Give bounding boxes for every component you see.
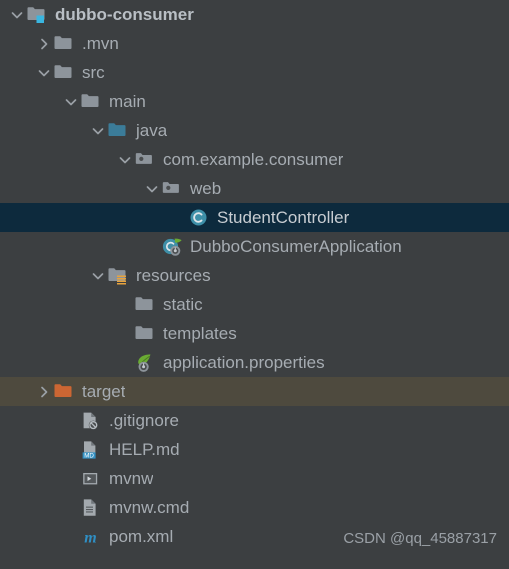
text-file-icon [80,493,104,522]
tree-row-label: StudentController [217,208,350,227]
svg-text:m: m [84,529,96,546]
project-tool-window[interactable]: dubbo-consumer .mvn src main java com.example… [0,0,509,569]
source-root-folder-icon [107,116,131,145]
chevron-down-icon[interactable] [35,58,53,87]
chevron-down-icon[interactable] [116,145,134,174]
folder-icon [53,58,77,87]
spring-properties-icon [134,348,158,377]
tree-row-label: .mvn [82,34,119,53]
excluded-folder-icon [53,377,77,406]
tree-arrow-placeholder [170,203,188,232]
tree-row-label: com.example.consumer [163,150,344,169]
spring-boot-class-icon [161,232,185,261]
chevron-down-icon[interactable] [62,87,80,116]
tree-arrow-placeholder [62,464,80,493]
tree-row[interactable]: mvnw.cmd [0,493,509,522]
chevron-down-icon[interactable] [89,116,107,145]
tree-row[interactable]: web [0,174,509,203]
java-class-icon [188,203,212,232]
tree-row-label: target [82,382,126,401]
tree-row[interactable]: resources [0,261,509,290]
tree-row-label: HELP.md [109,440,180,459]
tree-row-label: java [136,121,168,140]
package-icon [161,174,185,203]
resources-root-folder-icon [107,261,131,290]
chevron-down-icon[interactable] [89,261,107,290]
tree-row[interactable]: target [0,377,509,406]
tree-arrow-placeholder [116,319,134,348]
chevron-down-icon[interactable] [8,0,26,29]
tree-row-label: .gitignore [109,411,179,430]
tree-row-label: main [109,92,146,111]
tree-row[interactable]: static [0,290,509,319]
folder-icon [80,87,104,116]
tree-row-label: src [82,63,105,82]
tree-row-label: pom.xml [109,527,174,546]
tree-row[interactable]: dubbo-consumer [0,0,509,29]
markdown-file-icon: MD [80,435,104,464]
tree-arrow-placeholder [62,493,80,522]
tree-row-label: static [163,295,203,314]
tree-arrow-placeholder [116,348,134,377]
chevron-down-icon[interactable] [143,174,161,203]
folder-icon [134,290,158,319]
tree-arrow-placeholder [62,522,80,551]
tree-row[interactable]: StudentController [0,203,509,232]
folder-icon [134,319,158,348]
maven-pom-icon: m [80,522,104,551]
folder-icon [53,29,77,58]
tree-row[interactable]: src [0,58,509,87]
tree-arrow-placeholder [62,435,80,464]
tree-row-label: resources [136,266,211,285]
tree-row[interactable]: java [0,116,509,145]
tree-row[interactable]: m pom.xml [0,522,509,551]
tree-row[interactable]: .gitignore [0,406,509,435]
tree-arrow-placeholder [62,406,80,435]
tree-row[interactable]: DubboConsumerApplication [0,232,509,261]
tree-row[interactable]: com.example.consumer [0,145,509,174]
tree-row-label: templates [163,324,237,343]
tree-row-label: dubbo-consumer [55,5,194,24]
tree-row-label: DubboConsumerApplication [190,237,402,256]
tree-row-label: mvnw [109,469,154,488]
module-folder-icon [26,0,50,29]
svg-text:MD: MD [84,453,94,460]
chevron-right-icon[interactable] [35,29,53,58]
tree-row[interactable]: MD HELP.md [0,435,509,464]
tree-row-label: application.properties [163,353,325,372]
tree-row[interactable]: mvnw [0,464,509,493]
tree-row[interactable]: .mvn [0,29,509,58]
gitignore-file-icon [80,406,104,435]
tree-row[interactable]: templates [0,319,509,348]
tree-row-label: web [190,179,222,198]
chevron-right-icon[interactable] [35,377,53,406]
tree-row[interactable]: application.properties [0,348,509,377]
package-icon [134,145,158,174]
shell-script-icon [80,464,104,493]
tree-arrow-placeholder [143,232,161,261]
tree-row[interactable]: main [0,87,509,116]
tree-arrow-placeholder [116,290,134,319]
tree-row-label: mvnw.cmd [109,498,190,517]
